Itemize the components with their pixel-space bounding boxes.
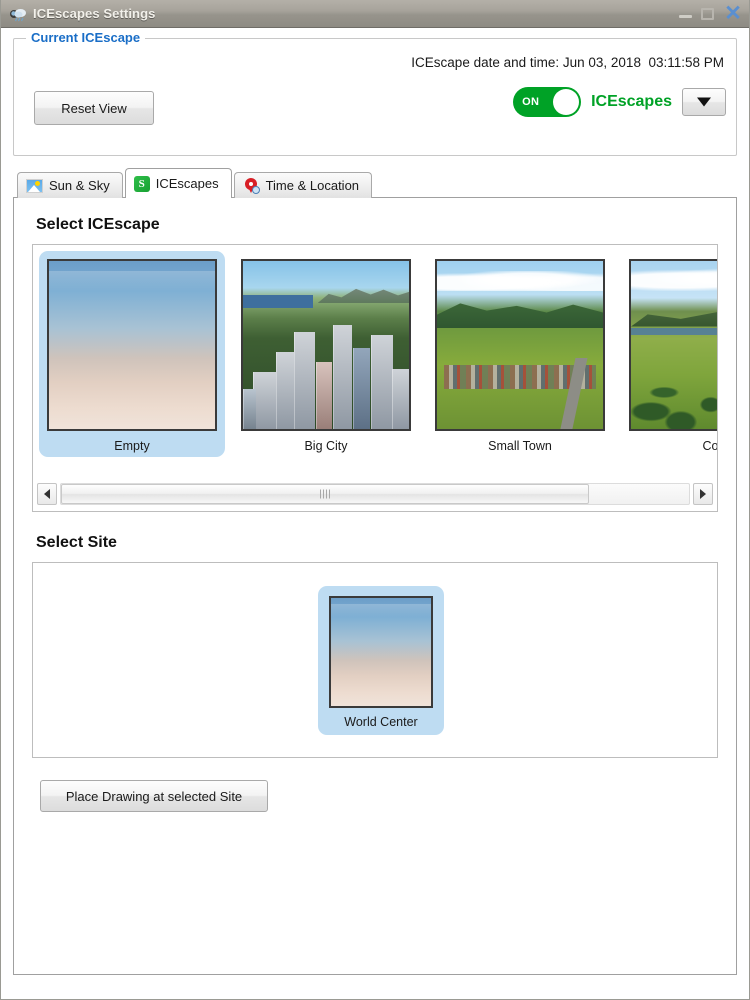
toggle-state-label: ON [522,96,540,108]
icescapes-tab-panel: Select ICEscape Empty Big City Small Tow… [13,197,737,975]
close-icon[interactable]: ✕ [723,3,743,24]
icescape-thumbnail [241,259,411,431]
icescape-horizontal-scrollbar[interactable] [37,482,713,506]
place-drawing-button[interactable]: Place Drawing at selected Site [40,780,268,812]
select-icescape-title: Select ICEscape [36,216,160,233]
icescape-item-empty[interactable]: Empty [39,251,225,457]
icescapes-dropdown-button[interactable] [682,88,726,116]
icescapes-toggle[interactable]: ON [513,87,582,117]
icescape-picker: Empty Big City Small Town Co [32,244,718,512]
icescape-item-countryside[interactable]: Cou [621,251,718,457]
scrollbar-track[interactable] [60,483,690,505]
tab-label: Sun & Sky [49,178,110,193]
current-icescape-group: Current ICEscape ICEscape date and time:… [13,30,737,156]
cloud-icon [9,6,27,22]
icescapes-toggle-row: ON ICEscapes [513,87,726,117]
tab-label: ICEscapes [155,176,219,191]
tab-sun-and-sky[interactable]: Sun & Sky [17,172,123,198]
site-thumbnail [329,595,433,708]
minimize-icon[interactable] [679,9,692,19]
icescape-item-label: Empty [114,439,150,453]
select-site-title: Select Site [36,534,117,551]
window-body: Current ICEscape ICEscape date and time:… [1,28,749,999]
icescape-item-big-city[interactable]: Big City [233,251,419,457]
scrollbar-thumb[interactable] [61,484,589,504]
icescape-thumbnail [435,259,605,431]
sky-icon [26,178,43,193]
icescape-datetime: ICEscape date and time: Jun 03, 2018 03:… [411,55,724,70]
site-picker: World Center [32,562,718,758]
window-controls: ✕ [679,0,743,27]
scroll-left-arrow-icon[interactable] [37,483,57,505]
toggle-name-label: ICEscapes [591,93,672,110]
settings-window: ICEscapes Settings ✕ Current ICEscape IC… [0,0,750,1000]
maximize-icon[interactable] [701,7,714,20]
icescape-thumbnail [47,259,217,431]
icescape-item-label: Big City [304,439,348,453]
icescape-item-label: Small Town [488,439,552,453]
scroll-right-arrow-icon[interactable] [693,483,713,505]
icescape-item-label: Cou [702,439,718,453]
icescape-thumbnail [629,259,717,431]
map-pin-clock-icon [243,177,260,194]
tab-strip: Sun & Sky S ICEscapes Time & Location [13,168,737,198]
reset-view-button[interactable]: Reset View [34,91,154,125]
site-item-world-center[interactable]: World Center [318,585,444,735]
icescape-thumbnail-strip: Empty Big City Small Town Co [33,245,717,473]
title-bar: ICEscapes Settings ✕ [1,0,749,28]
window-title: ICEscapes Settings [33,6,156,21]
site-item-label: World Center [344,714,418,729]
toggle-knob [553,89,580,115]
chevron-down-icon [697,97,711,107]
tab-icescapes[interactable]: S ICEscapes [124,168,232,198]
tab-label: Time & Location [265,178,360,193]
s-badge-icon: S [133,175,150,192]
icescape-item-small-town[interactable]: Small Town [427,251,613,457]
tab-time-and-location[interactable]: Time & Location [233,172,373,198]
group-legend: Current ICEscape [26,30,146,45]
